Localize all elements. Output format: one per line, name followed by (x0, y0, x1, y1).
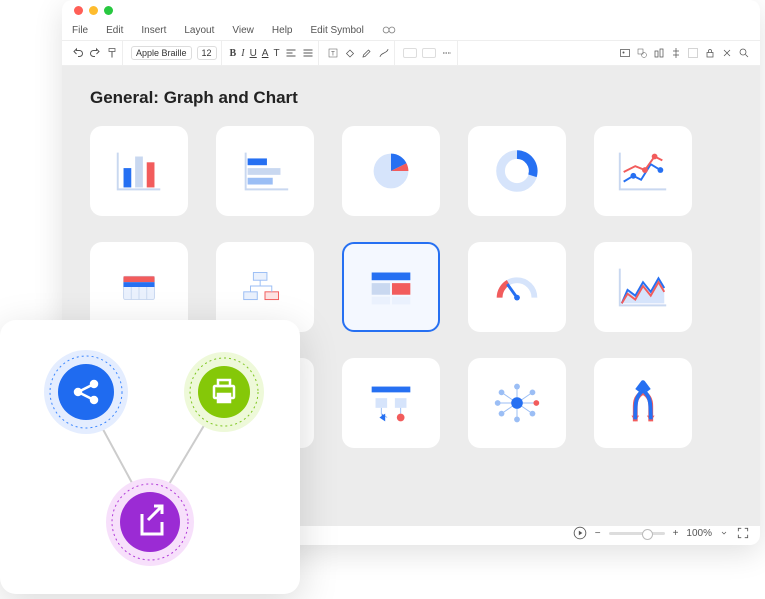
toolbar: Apple Braille 12 B I U A T T (62, 40, 760, 66)
bold-button[interactable]: B (230, 48, 237, 59)
window-close-button[interactable] (74, 6, 83, 15)
zoom-level[interactable]: 100% (686, 528, 712, 539)
card-org-chart[interactable] (216, 242, 314, 332)
group-icon[interactable] (687, 47, 699, 59)
menu-view[interactable]: View (232, 25, 254, 36)
zoom-out-button[interactable]: − (595, 528, 601, 539)
stroke-color-swatch[interactable] (422, 48, 436, 58)
arrange-icon[interactable] (653, 47, 665, 59)
align-left-icon[interactable] (285, 47, 297, 59)
share-node[interactable] (58, 364, 114, 420)
connector-icon[interactable] (378, 47, 390, 59)
chevron-down-icon[interactable] (720, 529, 728, 537)
text-tool-icon[interactable]: T (327, 47, 339, 59)
fill-color-swatch[interactable] (403, 48, 417, 58)
card-calendar[interactable] (90, 242, 188, 332)
card-merge-arrows[interactable] (594, 358, 692, 448)
menu-file[interactable]: File (72, 25, 88, 36)
font-family-select[interactable]: Apple Braille (131, 46, 192, 60)
image-icon[interactable] (619, 47, 631, 59)
window-zoom-button[interactable] (104, 6, 113, 15)
zoom-in-button[interactable]: + (673, 528, 679, 539)
svg-text:T: T (331, 52, 335, 58)
zoom-slider[interactable] (609, 532, 665, 535)
pen-icon[interactable] (361, 47, 373, 59)
shape-icon[interactable] (636, 47, 648, 59)
undo-icon[interactable] (72, 47, 84, 59)
card-pie-chart[interactable] (342, 126, 440, 216)
floating-panel (0, 320, 300, 594)
lock-icon[interactable] (704, 47, 716, 59)
card-area-chart[interactable] (594, 242, 692, 332)
card-donut-chart[interactable] (468, 126, 566, 216)
italic-button[interactable]: I (241, 48, 244, 59)
brand-icon (382, 23, 396, 37)
format-painter-icon[interactable] (106, 47, 118, 59)
redo-icon[interactable] (89, 47, 101, 59)
menu-layout[interactable]: Layout (184, 25, 214, 36)
card-horizontal-bar-chart[interactable] (216, 126, 314, 216)
menu-insert[interactable]: Insert (141, 25, 166, 36)
align-objects-icon[interactable] (670, 47, 682, 59)
line-spacing-icon[interactable] (302, 47, 314, 59)
card-network[interactable] (468, 358, 566, 448)
menu-help[interactable]: Help (272, 25, 293, 36)
card-line-chart[interactable] (594, 126, 692, 216)
menubar: File Edit Insert Layout View Help Edit S… (62, 20, 760, 40)
text-case-button[interactable]: T (273, 48, 279, 59)
window-minimize-button[interactable] (89, 6, 98, 15)
line-style-icon[interactable] (441, 47, 453, 59)
fill-icon[interactable] (344, 47, 356, 59)
fullscreen-icon[interactable] (736, 526, 750, 540)
section-title: General: Graph and Chart (90, 88, 732, 108)
play-icon[interactable] (573, 526, 587, 540)
menu-edit-symbol[interactable]: Edit Symbol (310, 25, 363, 36)
statusbar: − + 100% (563, 521, 760, 545)
open-external-node[interactable] (120, 492, 180, 552)
menu-edit[interactable]: Edit (106, 25, 123, 36)
card-table-layout[interactable] (342, 242, 440, 332)
tools-icon[interactable] (721, 47, 733, 59)
titlebar (62, 0, 760, 20)
card-gauge[interactable] (468, 242, 566, 332)
search-icon[interactable] (738, 47, 750, 59)
font-color-button[interactable]: A (262, 48, 269, 59)
print-node[interactable] (198, 366, 250, 418)
card-flowchart[interactable] (342, 358, 440, 448)
card-bar-chart[interactable] (90, 126, 188, 216)
underline-button[interactable]: U (250, 48, 257, 59)
font-size-select[interactable]: 12 (197, 46, 217, 60)
